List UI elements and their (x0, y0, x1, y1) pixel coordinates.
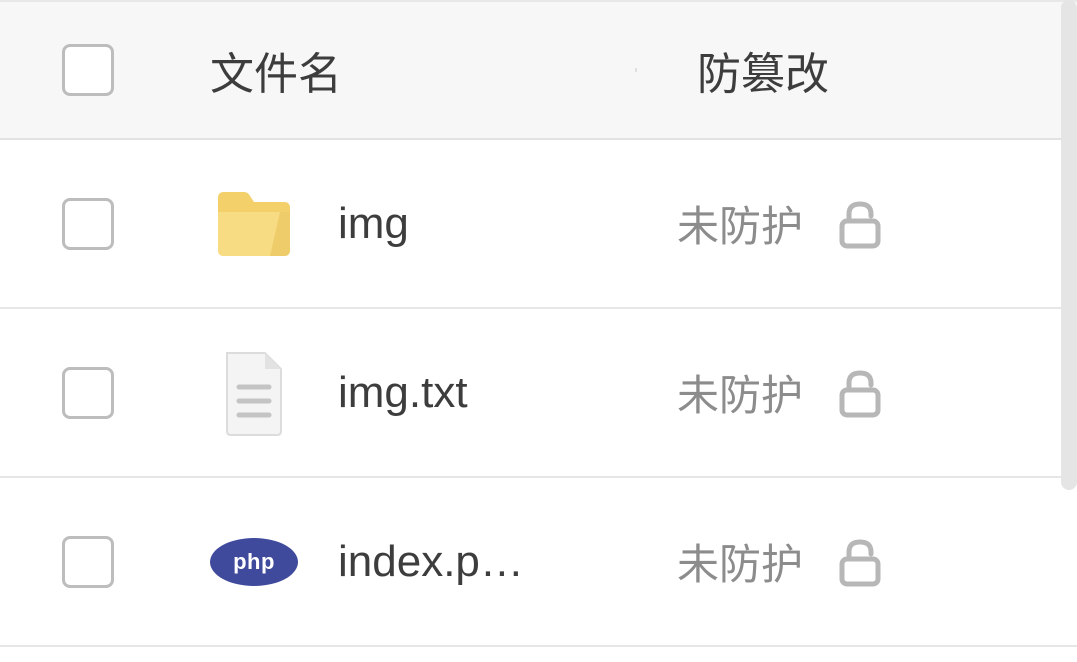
row-status-cell: 未防护 (647, 531, 1077, 592)
unlock-icon[interactable] (833, 366, 887, 420)
header-name-label: 文件名 (210, 38, 342, 102)
header-checkbox-cell (0, 44, 175, 96)
row-status-cell: 未防护 (647, 362, 1077, 423)
header-status-cell[interactable]: 防篡改 (647, 38, 1077, 102)
unlock-icon[interactable] (833, 535, 887, 589)
text-file-icon (210, 349, 298, 437)
file-name: img.txt (338, 368, 468, 418)
status-text: 未防护 (677, 531, 803, 592)
row-status-cell: 未防护 (647, 193, 1077, 254)
row-checkbox-cell (0, 198, 175, 250)
file-name: img (338, 199, 409, 249)
row-checkbox[interactable] (62, 367, 114, 419)
php-badge: php (210, 538, 298, 586)
row-name-cell[interactable]: img.txt (175, 349, 647, 437)
file-list-panel: 文件名 防篡改 img 未防护 (0, 0, 1077, 662)
scrollbar[interactable] (1061, 0, 1077, 490)
status-text: 未防护 (677, 362, 803, 423)
row-checkbox[interactable] (62, 198, 114, 250)
row-checkbox[interactable] (62, 536, 114, 588)
row-name-cell[interactable]: php index.p… (175, 518, 647, 606)
table-row[interactable]: php index.p… 未防护 (0, 478, 1077, 647)
row-checkbox-cell (0, 536, 175, 588)
header-divider (635, 68, 637, 72)
status-text: 未防护 (677, 193, 803, 254)
header-status-label: 防篡改 (697, 38, 829, 102)
file-name: index.p… (338, 537, 524, 587)
header-name-cell[interactable]: 文件名 (175, 38, 647, 102)
php-file-icon: php (210, 518, 298, 606)
select-all-checkbox[interactable] (62, 44, 114, 96)
row-checkbox-cell (0, 367, 175, 419)
table-row[interactable]: img.txt 未防护 (0, 309, 1077, 478)
unlock-icon[interactable] (833, 197, 887, 251)
table-row[interactable]: img 未防护 (0, 140, 1077, 309)
row-name-cell[interactable]: img (175, 180, 647, 268)
table-header: 文件名 防篡改 (0, 0, 1077, 140)
folder-icon (210, 180, 298, 268)
